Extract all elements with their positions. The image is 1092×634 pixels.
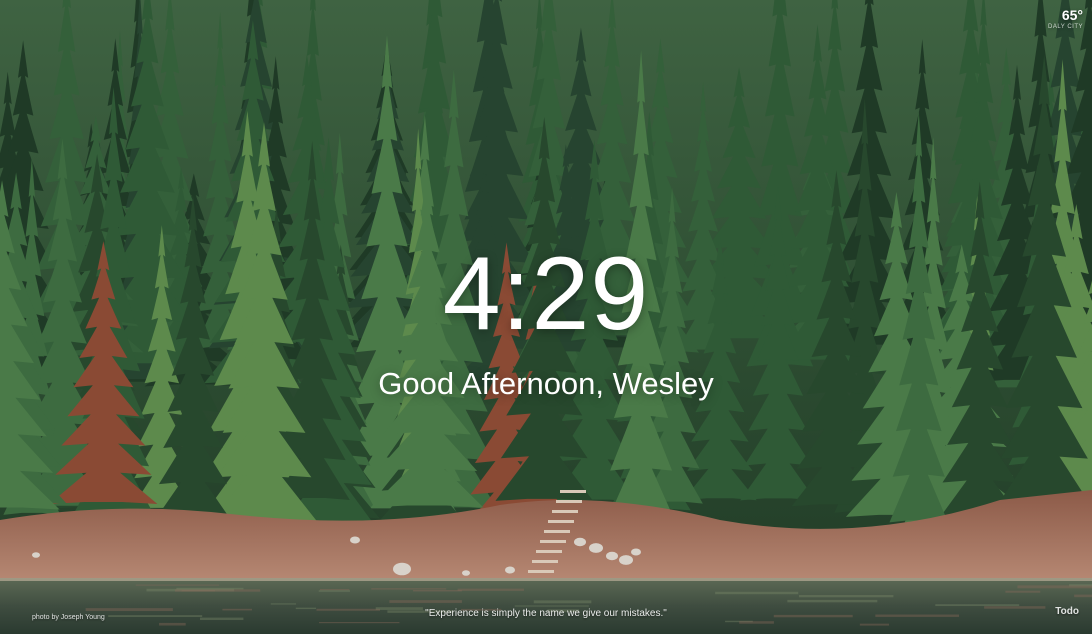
water-reflection — [787, 599, 878, 603]
shore-rock — [589, 543, 603, 553]
shore-rock — [505, 566, 515, 574]
shore-rock — [606, 551, 618, 561]
water-reflection — [174, 589, 261, 592]
water-reflection — [739, 621, 774, 624]
trail-step — [532, 560, 558, 563]
shore-rock — [350, 536, 360, 544]
shore-rock — [619, 555, 633, 565]
shore-rock — [32, 552, 40, 558]
todo-button[interactable]: Todo — [1055, 606, 1079, 617]
trail-step — [528, 570, 554, 573]
water-reflection — [135, 584, 220, 586]
trail-step — [544, 530, 570, 533]
water-reflection — [319, 588, 350, 591]
water-reflection — [1005, 590, 1041, 593]
water-reflection — [533, 600, 592, 604]
water-reflection — [159, 622, 186, 626]
greeting-text: Good Afternoon, — [378, 366, 613, 401]
weather-widget[interactable]: 65° DALY CITY — [1048, 7, 1083, 31]
water-reflection — [389, 600, 462, 603]
shore-rock — [574, 537, 586, 547]
water-reflection — [413, 589, 462, 592]
water-reflection — [457, 588, 524, 591]
weather-location: DALY CITY — [1048, 24, 1083, 30]
water-reflection — [1017, 585, 1092, 589]
water-reflection — [715, 591, 799, 595]
trail-step — [560, 490, 586, 493]
water-reflection — [859, 623, 890, 626]
water-reflection — [1074, 594, 1092, 598]
center-panel: 4:29 Good Afternoon, Wesley — [0, 240, 1092, 402]
shore-rock — [631, 548, 641, 556]
trail-step — [556, 500, 582, 503]
trail-step — [548, 520, 574, 523]
temperature[interactable]: 65° — [1048, 7, 1083, 23]
water-reflection — [514, 605, 589, 607]
clock-time[interactable]: 4:29 — [0, 240, 1092, 348]
shore-rock — [393, 562, 411, 576]
water-reflection — [798, 595, 894, 598]
trail-step — [552, 510, 578, 513]
shore-rock — [462, 570, 470, 576]
water-reflection — [935, 604, 1020, 607]
greeting: Good Afternoon, Wesley — [0, 366, 1092, 402]
water-reflection — [371, 588, 447, 590]
daily-quote[interactable]: "Experience is simply the name we give o… — [0, 608, 1092, 619]
water-reflection — [270, 603, 297, 605]
user-name[interactable]: Wesley — [613, 366, 714, 401]
trail-step — [540, 540, 566, 543]
trail-step — [536, 550, 562, 553]
water-reflection — [318, 622, 400, 624]
water-reflection — [318, 590, 350, 592]
